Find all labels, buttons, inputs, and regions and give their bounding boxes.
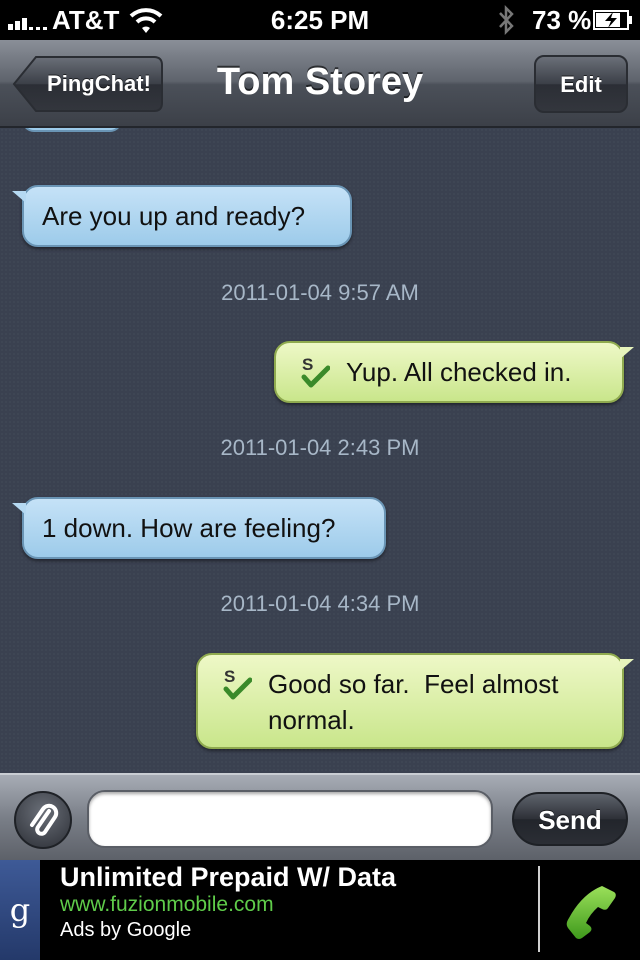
google-ad-badge: g xyxy=(0,860,40,960)
status-bar: AT&T 6:25 PM 73 % xyxy=(0,0,640,40)
ad-attribution: Ads by Google xyxy=(60,919,192,941)
pingchat-conversation-screen: AT&T 6:25 PM 73 % PingChat! Tom Storey E… xyxy=(0,0,640,960)
page-title: Tom Storey xyxy=(216,61,424,103)
incoming-message[interactable]: Are you up and ready? xyxy=(12,185,352,247)
message-list[interactable]: Are you up and ready? 2011-01-04 9:57 AM… xyxy=(0,128,640,773)
ad-banner[interactable]: g Unlimited Prepaid W/ Data www.fuzionmo… xyxy=(0,860,640,960)
ad-url[interactable]: www.fuzionmobile.com xyxy=(60,893,274,917)
svg-text:S: S xyxy=(224,667,235,686)
navigation-bar: PingChat! Tom Storey Edit xyxy=(0,40,640,128)
outgoing-message[interactable]: S Good so far. Feel almost normal. xyxy=(196,653,634,749)
message-text: Are you up and ready? xyxy=(42,201,306,231)
battery-charging-icon xyxy=(593,10,632,30)
back-button[interactable]: PingChat! xyxy=(12,55,164,113)
attach-button[interactable] xyxy=(14,791,72,849)
message-text: Yup. All checked in. xyxy=(346,357,572,387)
paperclip-icon xyxy=(30,803,59,836)
message-input[interactable] xyxy=(87,790,493,848)
message-text: 1 down. How are feeling? xyxy=(42,513,336,543)
phone-icon[interactable] xyxy=(562,882,620,940)
message-composer: Send xyxy=(0,773,640,860)
previous-message-bubble xyxy=(22,128,122,132)
back-button-label: PingChat! xyxy=(47,71,151,96)
incoming-message[interactable]: 1 down. How are feeling? xyxy=(12,497,386,559)
svg-text:S: S xyxy=(302,355,313,374)
message-text-line: normal. xyxy=(268,705,355,735)
ad-title[interactable]: Unlimited Prepaid W/ Data xyxy=(60,862,396,893)
message-timestamp: 2011-01-04 9:57 AM xyxy=(221,280,419,305)
battery-percent: 73 % xyxy=(532,5,592,35)
message-text-line: Good so far. Feel almost xyxy=(268,669,559,699)
message-timestamp: 2011-01-04 4:34 PM xyxy=(220,591,420,616)
edit-button[interactable]: Edit xyxy=(534,55,628,113)
message-timestamp: 2011-01-04 2:43 PM xyxy=(220,435,420,460)
sms-check-icon: S xyxy=(223,667,252,700)
bluetooth-icon xyxy=(499,4,514,36)
ad-divider xyxy=(538,866,540,952)
outgoing-message[interactable]: S Yup. All checked in. xyxy=(274,341,634,403)
sms-check-icon: S xyxy=(301,355,330,388)
send-button[interactable]: Send xyxy=(512,792,628,846)
